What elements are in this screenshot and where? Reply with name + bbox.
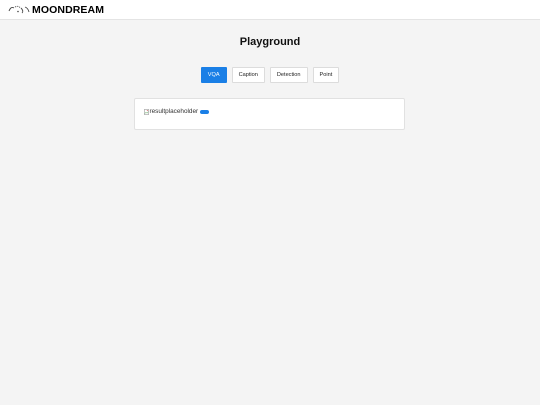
tab-vqa[interactable]: VQA <box>200 67 227 83</box>
result-image-alt-text: resultplaceholder <box>149 108 199 115</box>
tab-point[interactable]: Point <box>312 67 340 83</box>
logo[interactable]: MOONDREAM <box>7 3 104 17</box>
tab-caption[interactable]: Caption <box>231 67 265 83</box>
page-title: Playground <box>239 36 301 48</box>
top-header: MOONDREAM <box>0 0 540 20</box>
tab-detection[interactable]: Detection <box>269 67 308 83</box>
mode-tabs: VQA Caption Detection Point <box>0 67 540 83</box>
broken-image-icon <box>144 108 149 115</box>
logo-text: MOONDREAM <box>32 4 105 16</box>
result-status-pill <box>200 109 210 114</box>
moondream-logo-icon <box>8 5 30 14</box>
result-image: resultplaceholder <box>144 108 210 115</box>
result-card: resultplaceholder <box>134 98 405 130</box>
